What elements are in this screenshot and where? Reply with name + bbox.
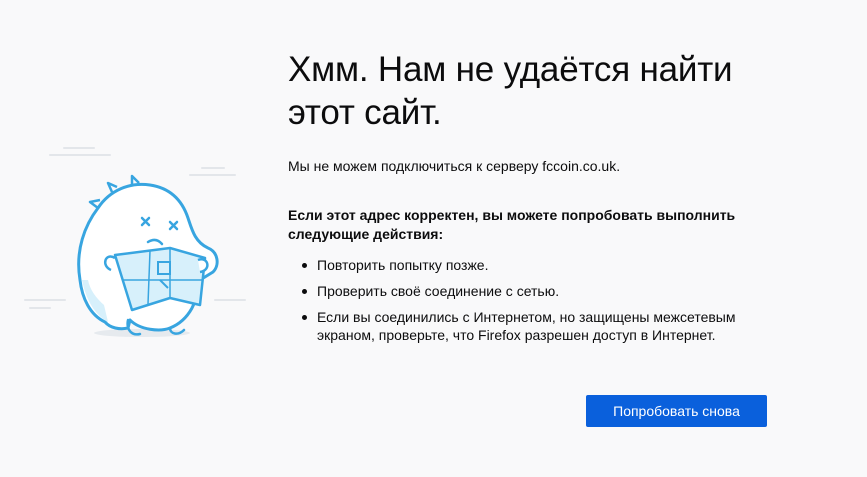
bullet-icon xyxy=(302,263,307,268)
error-content: Хмм. Нам не удаётся найти этот сайт. Мы … xyxy=(288,48,808,343)
suggestion-text: Проверить своё соединение с сетью. xyxy=(317,283,560,299)
suggestions-list: Повторить попытку позже. Проверить своё … xyxy=(288,256,788,352)
list-item: Повторить попытку позже. xyxy=(288,256,788,274)
suggestions-heading: Если этот адрес корректен, вы можете поп… xyxy=(288,207,736,242)
suggestion-text: Если вы соединились с Интернетом, но защ… xyxy=(317,309,736,343)
error-description: Мы не можем подключиться к серверу fccoi… xyxy=(288,158,621,174)
list-item: Если вы соединились с Интернетом, но защ… xyxy=(288,308,788,344)
page-title: Хмм. Нам не удаётся найти этот сайт. xyxy=(288,50,733,132)
bullet-icon xyxy=(302,289,307,294)
try-again-button[interactable]: Попробовать снова xyxy=(586,395,767,427)
error-page: Хмм. Нам не удаётся найти этот сайт. Мы … xyxy=(0,0,867,477)
lost-creature-map-illustration xyxy=(24,147,246,337)
bullet-icon xyxy=(302,315,307,320)
list-item: Проверить своё соединение с сетью. xyxy=(288,282,788,300)
suggestion-text: Повторить попытку позже. xyxy=(317,257,489,273)
